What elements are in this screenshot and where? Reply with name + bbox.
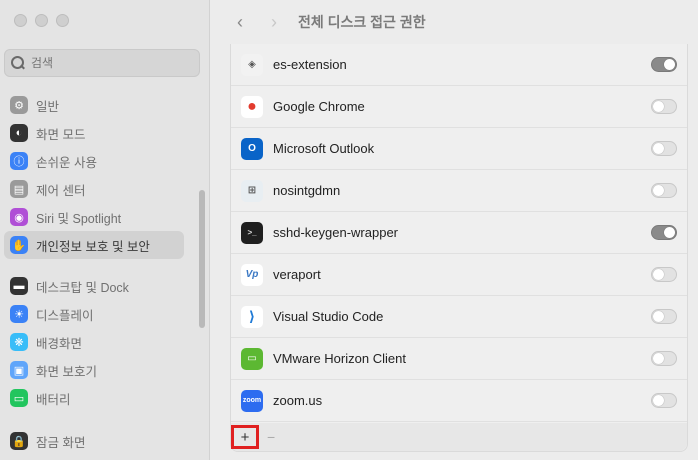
- access-toggle[interactable]: [651, 267, 677, 282]
- siri-icon: ◉: [10, 208, 28, 226]
- app-row[interactable]: ● Google Chrome: [231, 86, 687, 128]
- app-row[interactable]: ⊞ nosintgdmn: [231, 170, 687, 212]
- sidebar-item[interactable]: ❋ 배경화면: [4, 328, 184, 356]
- control-center-icon: ▤: [10, 180, 28, 198]
- search-input[interactable]: [31, 56, 191, 70]
- access-toggle[interactable]: [651, 309, 677, 324]
- vscode-icon: ⟩: [241, 305, 263, 328]
- sidebar: ⚙ 일반 ◐ 화면 모드 ⓘ 손쉬운 사용 ▤ 제어 센터 ◉ Siri 및 Spotlight ✋…: [0, 0, 210, 460]
- list-toolbar: + −: [231, 423, 687, 451]
- app-row[interactable]: Vp veraport: [231, 254, 687, 296]
- search-field[interactable]: [4, 49, 200, 77]
- sidebar-item[interactable]: ✋ 개인정보 보호 및 보안: [4, 231, 184, 259]
- access-toggle[interactable]: [651, 351, 677, 366]
- search-icon: [11, 56, 25, 70]
- sidebar-item[interactable]: ⓘ 손쉬운 사용: [4, 147, 184, 175]
- access-toggle[interactable]: [651, 225, 677, 240]
- zoom-button[interactable]: [56, 14, 69, 27]
- close-button[interactable]: [14, 14, 27, 27]
- accessibility-icon: ⓘ: [10, 152, 28, 170]
- sidebar-item[interactable]: ☀ 디스플레이: [4, 300, 184, 328]
- sidebar-item-label: 잠금 화면: [36, 435, 86, 450]
- app-row[interactable]: O Microsoft Outlook: [231, 128, 687, 170]
- sidebar-item-label: 일반: [36, 99, 60, 114]
- sidebar-item-label: 화면 보호기: [36, 364, 97, 379]
- app-row[interactable]: ⟩ Visual Studio Code: [231, 296, 687, 338]
- remove-app-button[interactable]: −: [267, 429, 275, 445]
- sidebar-item[interactable]: ▬ 데스크탑 및 Dock: [4, 272, 184, 300]
- sidebar-item-label: Siri 및 Spotlight: [36, 211, 122, 226]
- access-toggle[interactable]: [651, 393, 677, 408]
- app-name: Microsoft Outlook: [273, 141, 375, 156]
- chrome-icon: ●: [241, 95, 263, 118]
- appearance-icon: ◐: [10, 124, 28, 142]
- sidebar-item-label: 데스크탑 및 Dock: [36, 280, 129, 295]
- minimize-button[interactable]: [35, 14, 48, 27]
- sidebar-item-label: 디스플레이: [36, 308, 94, 323]
- veraport-icon: Vp: [241, 263, 263, 286]
- vmware-icon: ▭: [241, 347, 263, 370]
- access-toggle[interactable]: [651, 183, 677, 198]
- sidebar-item[interactable]: ◐ 화면 모드: [4, 119, 184, 147]
- app-row[interactable]: >_ sshd-keygen-wrapper: [231, 212, 687, 254]
- screensaver-icon: ▣: [10, 361, 28, 379]
- sidebar-item-label: 제어 센터: [36, 183, 86, 198]
- header: ‹ › 전체 디스크 접근 권한: [210, 0, 698, 44]
- app-name: Google Chrome: [273, 99, 365, 114]
- app-name: veraport: [273, 267, 321, 282]
- back-button[interactable]: ‹: [230, 12, 250, 32]
- app-name: VMware Horizon Client: [273, 351, 406, 366]
- hand-icon: ✋: [10, 236, 28, 254]
- app-row[interactable]: ▭ VMware Horizon Client: [231, 338, 687, 380]
- page-title: 전체 디스크 접근 권한: [298, 14, 426, 30]
- app-row[interactable]: zoom zoom.us: [231, 380, 687, 422]
- display-icon: ☀: [10, 305, 28, 323]
- app-name: es-extension: [273, 57, 347, 72]
- sidebar-scrollbar[interactable]: [199, 190, 205, 328]
- sidebar-item[interactable]: ▤ 제어 센터: [4, 175, 184, 203]
- wallpaper-icon: ❋: [10, 333, 28, 351]
- sidebar-item[interactable]: 🔒 잠금 화면: [4, 427, 184, 455]
- app-name: zoom.us: [273, 393, 323, 408]
- gear-icon: ⚙: [10, 96, 28, 114]
- terminal-icon: >_: [241, 221, 263, 244]
- app-row[interactable]: ◈ es-extension: [231, 44, 687, 86]
- sidebar-item[interactable]: ▭ 배터리: [4, 384, 184, 412]
- sidebar-item-label: 손쉬운 사용: [36, 155, 97, 170]
- app-name: nosintgdmn: [273, 183, 341, 198]
- shield-icon: ◈: [241, 53, 263, 76]
- window-controls: [14, 14, 69, 27]
- add-app-button[interactable]: +: [231, 425, 259, 449]
- lock-icon: 🔒: [10, 432, 28, 450]
- app-name: Visual Studio Code: [273, 309, 384, 324]
- sidebar-item[interactable]: ⚙ 일반: [4, 91, 184, 119]
- sidebar-item[interactable]: ▣ 화면 보호기: [4, 356, 184, 384]
- sidebar-item-label: 배경화면: [36, 336, 83, 351]
- grid-icon: ⊞: [241, 179, 263, 202]
- outlook-icon: O: [241, 137, 263, 160]
- app-name: sshd-keygen-wrapper: [273, 225, 399, 240]
- zoom-icon: zoom: [241, 389, 263, 412]
- sidebar-item-label: 개인정보 보호 및 보안: [36, 239, 150, 254]
- app-list-panel: ◈ es-extension ● Google Chrome O Microsoft Ou…: [230, 44, 688, 452]
- forward-button[interactable]: ›: [264, 12, 284, 32]
- sidebar-item-label: 배터리: [36, 392, 71, 407]
- access-toggle[interactable]: [651, 99, 677, 114]
- dock-icon: ▬: [10, 277, 28, 295]
- battery-icon: ▭: [10, 389, 28, 407]
- access-toggle[interactable]: [651, 57, 677, 72]
- access-toggle[interactable]: [651, 141, 677, 156]
- sidebar-item-label: 화면 모드: [36, 127, 86, 142]
- sidebar-item[interactable]: ◉ Siri 및 Spotlight: [4, 203, 184, 231]
